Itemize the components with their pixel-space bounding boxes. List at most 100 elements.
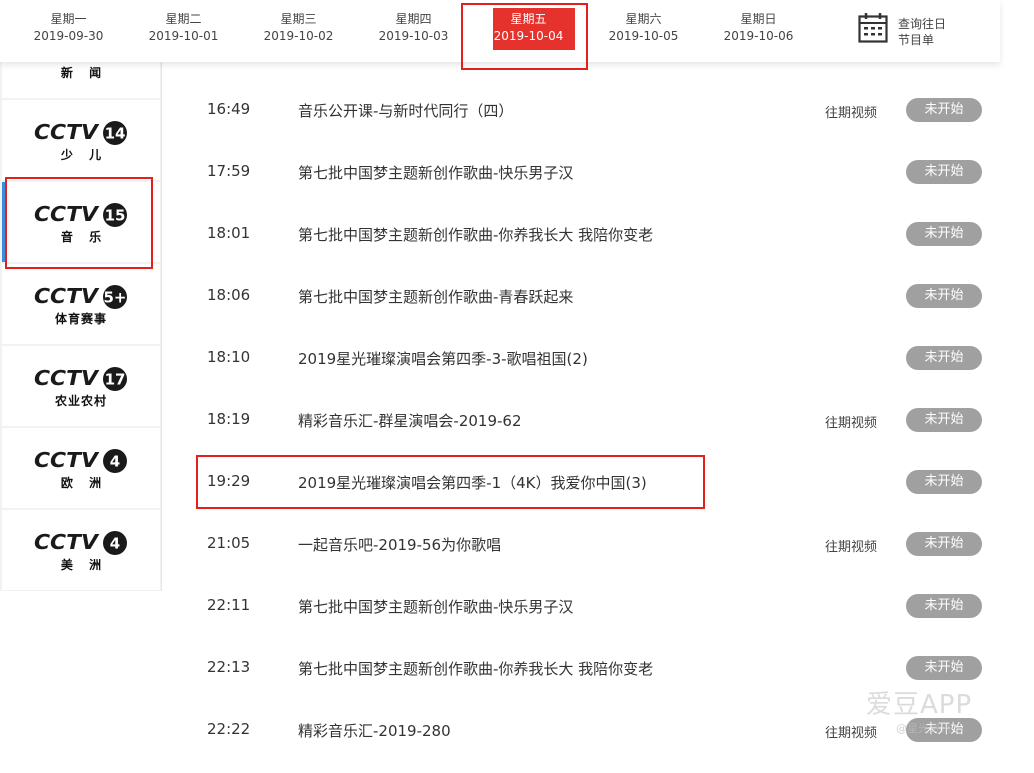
day-weekday: 星期六: [625, 12, 662, 26]
program-time: 22:22: [207, 720, 251, 738]
channel-name: 少 儿: [60, 148, 108, 162]
status-button[interactable]: 未开始: [906, 594, 982, 618]
channel-sidebar: 新 闻 CCTV 14 少 儿 CCTV 15 音 乐 CCTV 5+ 体育赛事 CCTV 17 农业农…: [0, 62, 162, 591]
program-title[interactable]: 第七批中国梦主题新创作歌曲-青春跃起来: [298, 286, 573, 307]
svg-text:CCTV: CCTV: [34, 284, 100, 308]
cctv-logo-icon: CCTV 17: [34, 366, 127, 391]
day-date: 2019-10-04: [493, 29, 564, 43]
channel-name: 音 乐: [60, 230, 108, 244]
channel-item[interactable]: 新 闻: [2, 62, 160, 98]
channel-item[interactable]: CCTV 15 音 乐: [2, 182, 160, 262]
day-date: 2019-10-02: [263, 29, 334, 43]
day-tab[interactable]: 星期五 2019-10-04: [471, 0, 586, 62]
program-row: 19:29 2019星光璀璨演唱会第四季-1（4K）我爱你中国(3) 未开始: [163, 452, 1000, 514]
day-weekday: 星期五: [510, 12, 547, 26]
watermark-sub: @星光资讯: [896, 722, 951, 735]
program-row: 18:10 2019星光璀璨演唱会第四季-3-歌唱祖国(2) 未开始: [163, 328, 1000, 390]
status-button[interactable]: 未开始: [906, 98, 982, 122]
cctv-logo-icon: CCTV 4: [34, 530, 127, 555]
history-schedule-button[interactable]: 查询往日 节目单: [858, 12, 978, 52]
program-title[interactable]: 精彩音乐汇-2019-280: [298, 720, 451, 741]
day-date: 2019-10-03: [378, 29, 449, 43]
program-title[interactable]: 第七批中国梦主题新创作歌曲-快乐男子汉: [298, 162, 573, 183]
svg-text:CCTV: CCTV: [34, 120, 100, 144]
svg-text:17: 17: [105, 371, 126, 389]
channel-item[interactable]: CCTV 4 美 洲: [2, 510, 160, 590]
history-label-line2: 节目单: [898, 33, 935, 47]
day-weekday: 星期二: [165, 12, 202, 26]
program-time: 21:05: [207, 534, 251, 552]
status-button[interactable]: 未开始: [906, 408, 982, 432]
cctv-logo-icon: CCTV 5+: [34, 284, 127, 309]
channel-name: 欧 洲: [60, 476, 108, 490]
status-button[interactable]: 未开始: [906, 284, 982, 308]
program-row: 18:06 第七批中国梦主题新创作歌曲-青春跃起来 未开始: [163, 266, 1000, 328]
day-date: 2019-10-01: [148, 29, 219, 43]
day-tab[interactable]: 星期三 2019-10-02: [241, 0, 356, 62]
cctv-logo-icon: CCTV 14: [34, 120, 127, 145]
program-title[interactable]: 2019星光璀璨演唱会第四季-1（4K）我爱你中国(3): [298, 472, 647, 493]
program-title[interactable]: 第七批中国梦主题新创作歌曲-快乐男子汉: [298, 596, 573, 617]
svg-text:15: 15: [105, 207, 126, 225]
program-row: 17:59 第七批中国梦主题新创作歌曲-快乐男子汉 未开始: [163, 142, 1000, 204]
program-time: 22:13: [207, 658, 251, 676]
svg-text:CCTV: CCTV: [34, 366, 100, 390]
program-title[interactable]: 第七批中国梦主题新创作歌曲-你养我长大 我陪你变老: [298, 224, 653, 245]
day-date: 2019-10-06: [723, 29, 794, 43]
day-tab[interactable]: 星期四 2019-10-03: [356, 0, 471, 62]
watermark-brand: 爱豆APP: [866, 690, 973, 720]
program-time: 22:11: [207, 596, 251, 614]
channel-name: 农业农村: [54, 394, 107, 408]
svg-text:14: 14: [105, 125, 126, 143]
program-time: 18:06: [207, 286, 251, 304]
program-time: 19:29: [207, 472, 251, 490]
svg-text:CCTV: CCTV: [34, 448, 100, 472]
day-tab[interactable]: 星期一 2019-09-30: [11, 0, 126, 62]
status-button[interactable]: 未开始: [906, 160, 982, 184]
past-video-link[interactable]: 往期视频: [825, 536, 877, 555]
svg-text:5+: 5+: [103, 289, 126, 307]
program-title[interactable]: 一起音乐吧-2019-56为你歌唱: [298, 534, 501, 555]
calendar-icon: [858, 13, 888, 43]
day-weekday: 星期四: [395, 12, 432, 26]
status-button[interactable]: 未开始: [906, 346, 982, 370]
svg-text:4: 4: [110, 453, 120, 471]
svg-text:4: 4: [110, 535, 120, 553]
cctv-logo-icon: CCTV 15: [34, 202, 127, 227]
day-date: 2019-10-05: [608, 29, 679, 43]
program-row: 16:49 音乐公开课-与新时代同行（四） 往期视频 未开始: [163, 80, 1000, 142]
channel-item[interactable]: CCTV 5+ 体育赛事: [2, 264, 160, 344]
channel-name: 美 洲: [60, 558, 108, 572]
program-time: 18:10: [207, 348, 251, 366]
svg-text:CCTV: CCTV: [34, 530, 100, 554]
channel-item[interactable]: CCTV 17 农业农村: [2, 346, 160, 426]
program-row: 22:11 第七批中国梦主题新创作歌曲-快乐男子汉 未开始: [163, 576, 1000, 638]
channel-item[interactable]: CCTV 4 欧 洲: [2, 428, 160, 508]
svg-text:CCTV: CCTV: [34, 202, 100, 226]
cctv-logo-icon: CCTV 4: [34, 448, 127, 473]
channel-item[interactable]: CCTV 14 少 儿: [2, 100, 160, 180]
program-title[interactable]: 第七批中国梦主题新创作歌曲-你养我长大 我陪你变老: [298, 658, 653, 679]
day-tab[interactable]: 星期日 2019-10-06: [701, 0, 816, 62]
program-title[interactable]: 音乐公开课-与新时代同行（四）: [298, 100, 513, 121]
program-time: 17:59: [207, 162, 251, 180]
program-time: 18:19: [207, 410, 251, 428]
day-weekday: 星期一: [50, 12, 87, 26]
program-time: 16:49: [207, 100, 251, 118]
status-button[interactable]: 未开始: [906, 532, 982, 556]
past-video-link[interactable]: 往期视频: [825, 102, 877, 121]
status-button[interactable]: 未开始: [906, 222, 982, 246]
day-weekday: 星期日: [740, 12, 777, 26]
program-title[interactable]: 精彩音乐汇-群星演唱会-2019-62: [298, 410, 522, 431]
status-button[interactable]: 未开始: [906, 470, 982, 494]
channel-name: 体育赛事: [54, 312, 107, 326]
past-video-link[interactable]: 往期视频: [825, 722, 877, 741]
status-button[interactable]: 未开始: [906, 656, 982, 680]
channel-name: 新 闻: [60, 66, 108, 80]
past-video-link[interactable]: 往期视频: [825, 412, 877, 431]
program-title[interactable]: 2019星光璀璨演唱会第四季-3-歌唱祖国(2): [298, 348, 588, 369]
day-tab[interactable]: 星期二 2019-10-01: [126, 0, 241, 62]
history-label-line1: 查询往日: [898, 17, 947, 31]
day-tab[interactable]: 星期六 2019-10-05: [586, 0, 701, 62]
day-date: 2019-09-30: [33, 29, 104, 43]
